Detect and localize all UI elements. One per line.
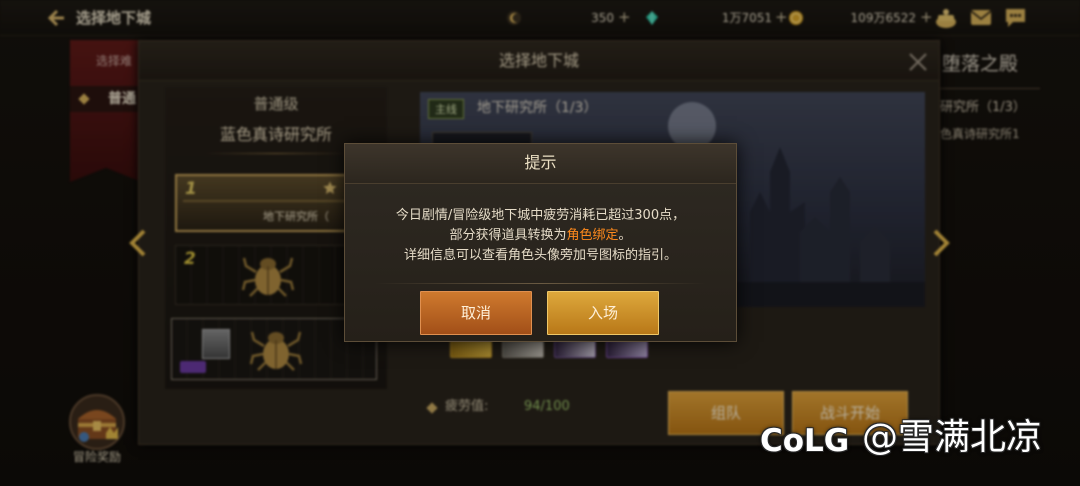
- cancel-button[interactable]: 取消: [420, 291, 532, 335]
- dialog-title: 提示: [524, 153, 557, 172]
- dialog-header: 提示: [345, 144, 736, 184]
- enter-button[interactable]: 入场: [547, 291, 659, 335]
- message-text: 部分获得道具转换为: [449, 228, 567, 243]
- message-line-1: 今日剧情/冒险级地下城中疲劳消耗已超过300点，: [395, 208, 686, 223]
- message-line-2: 部分获得道具转换为角色绑定。: [345, 226, 736, 246]
- divider: [375, 283, 706, 284]
- message-text: 。: [618, 228, 632, 243]
- dialog-message: 今日剧情/冒险级地下城中疲劳消耗已超过300点， 部分获得道具转换为角色绑定。 …: [345, 206, 736, 266]
- watermark-logo: CoLG: [760, 423, 850, 459]
- highlight-text: 角色绑定: [566, 228, 619, 243]
- notice-dialog: 提示 今日剧情/冒险级地下城中疲劳消耗已超过300点， 部分获得道具转换为角色绑…: [344, 143, 737, 342]
- game-screen: 选择地下城 350 + 1万7051 + 109万6522 + 选择难 普通 堕…: [0, 0, 1080, 486]
- watermark-handle: @雪满北凉: [862, 417, 1043, 458]
- message-line-3: 详细信息可以查看角色头像旁加号图标的指引。: [403, 248, 677, 263]
